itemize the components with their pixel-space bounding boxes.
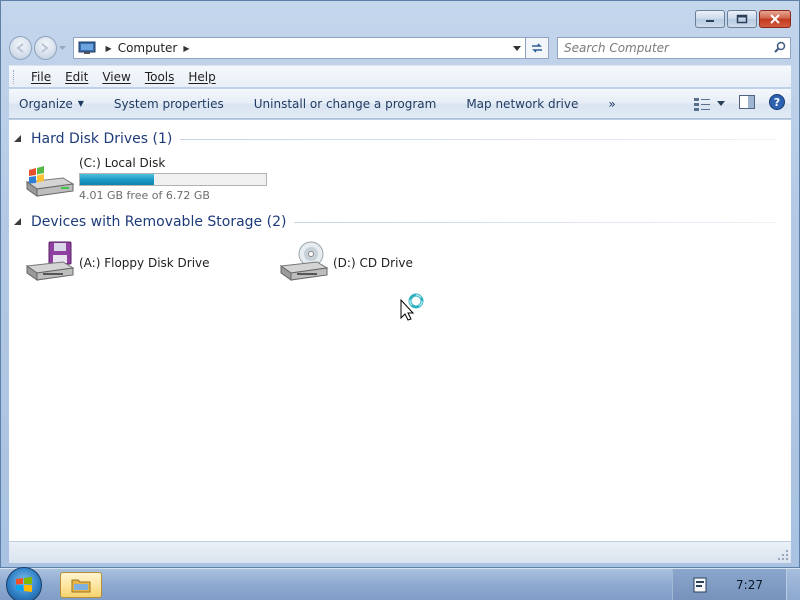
taskbar-explorer-button[interactable] [60, 572, 102, 598]
preview-pane-icon [739, 95, 755, 109]
address-row: ▶ Computer ▶ [9, 35, 792, 61]
close-icon [770, 14, 780, 24]
organize-label: Organize [19, 96, 73, 111]
disk-usage-bar [79, 173, 267, 186]
action-center-icon[interactable] [693, 577, 707, 593]
clock[interactable]: 7:27 [736, 578, 763, 592]
group-divider [294, 221, 777, 223]
more-commands-button[interactable]: » [608, 97, 615, 111]
drive-name: (D:) CD Drive [333, 256, 413, 270]
minimize-icon [706, 20, 714, 22]
address-box[interactable]: ▶ Computer ▶ [72, 37, 527, 59]
caption-buttons [695, 10, 791, 28]
minimize-button[interactable] [695, 10, 725, 28]
forward-arrow-icon [41, 43, 50, 53]
menu-view-label: View [102, 69, 131, 84]
menu-grip [13, 69, 16, 84]
collapse-triangle-icon [14, 135, 21, 142]
map-network-drive-button[interactable]: Map network drive [466, 97, 578, 111]
resize-grip-icon[interactable] [777, 549, 789, 561]
search-icon [774, 41, 786, 53]
menu-tools-label: Tools [144, 69, 175, 84]
group-header-hard-disk-drives[interactable]: Hard Disk Drives (1) [13, 131, 777, 147]
maximize-icon [736, 14, 748, 24]
forward-button[interactable] [33, 36, 57, 60]
busy-cursor-icon [400, 293, 424, 321]
drive-name: (C:) Local Disk [79, 156, 166, 170]
chevron-down-icon [59, 45, 67, 50]
uninstall-program-button[interactable]: Uninstall or change a program [254, 97, 437, 111]
back-button[interactable] [9, 36, 32, 60]
content-pane: Hard Disk Drives (1) (C:) Local Disk 4.0… [9, 120, 791, 541]
menu-edit[interactable]: Edit [58, 70, 95, 84]
group-title: Devices with Removable Storage (2) [31, 214, 287, 230]
menu-tools[interactable]: Tools [138, 70, 182, 84]
drive-item-d[interactable]: (D:) CD Drive [277, 240, 413, 286]
chevron-down-icon [717, 101, 725, 106]
drive-item-a[interactable]: (A:) Floppy Disk Drive [23, 240, 210, 286]
view-options-icon [694, 97, 710, 111]
change-view-button[interactable] [693, 97, 725, 111]
preview-pane-button[interactable] [739, 95, 755, 112]
computer-icon [78, 41, 96, 54]
taskbar: 7:27 [0, 567, 800, 600]
status-bar [9, 541, 791, 563]
organize-button[interactable]: Organize ▼ [19, 97, 84, 111]
menu-file-label: File [31, 69, 52, 84]
drive-free-space: 4.01 GB free of 6.72 GB [79, 189, 210, 202]
menu-view[interactable]: View [95, 70, 137, 84]
windows-drive-icon [25, 166, 75, 197]
show-desktop-button[interactable] [786, 569, 800, 600]
help-icon: ? [769, 94, 785, 110]
chevron-down-icon [513, 45, 522, 51]
help-button[interactable]: ? [769, 94, 785, 113]
menu-edit-label: Edit [65, 69, 89, 84]
refresh-button[interactable] [526, 37, 550, 59]
view-controls: ? [693, 94, 785, 113]
menu-help-label: Help [188, 69, 216, 84]
back-arrow-icon [16, 43, 25, 53]
drive-item-c[interactable]: (C:) Local Disk 4.01 GB free of 6.72 GB [23, 156, 267, 202]
maximize-button[interactable] [727, 10, 757, 28]
disk-usage-fill [80, 174, 155, 185]
uninstall-program-label: Uninstall or change a program [253, 96, 437, 111]
folder-icon [71, 579, 91, 593]
search-input[interactable] [564, 41, 775, 55]
chevron-down-icon: ▼ [77, 99, 84, 108]
menu-bar: File Edit View Tools Help [9, 65, 791, 87]
recent-pages-dropdown[interactable] [59, 36, 67, 60]
refresh-icon [532, 43, 543, 53]
collapse-triangle-icon [14, 218, 21, 225]
group-divider [180, 138, 777, 140]
system-properties-label: System properties [113, 96, 224, 111]
drive-name: (A:) Floppy Disk Drive [79, 256, 210, 270]
map-network-drive-label: Map network drive [466, 96, 579, 111]
command-bar: Organize ▼ System properties Uninstall o… [9, 89, 791, 119]
menu-help[interactable]: Help [181, 70, 222, 84]
svg-text:?: ? [774, 96, 780, 109]
start-button[interactable] [6, 567, 42, 600]
menu-file[interactable]: File [24, 70, 58, 84]
cd-drive-icon [279, 241, 329, 281]
search-box[interactable] [557, 37, 792, 59]
breadcrumb-separator[interactable]: ▶ [106, 44, 112, 53]
address-history-dropdown[interactable] [509, 38, 525, 58]
floppy-drive-icon [25, 241, 75, 281]
explorer-window: ▶ Computer ▶ File Edit View Tools [0, 0, 800, 568]
system-properties-button[interactable]: System properties [114, 97, 224, 111]
breadcrumb-separator[interactable]: ▶ [183, 44, 189, 53]
search-button[interactable] [774, 41, 786, 56]
group-title: Hard Disk Drives (1) [31, 131, 173, 147]
notification-area: 7:27 [672, 569, 800, 600]
breadcrumb-computer[interactable]: Computer [118, 41, 178, 55]
windows-logo-icon [16, 577, 32, 592]
close-button[interactable] [759, 10, 791, 28]
group-header-removable-storage[interactable]: Devices with Removable Storage (2) [13, 214, 777, 230]
